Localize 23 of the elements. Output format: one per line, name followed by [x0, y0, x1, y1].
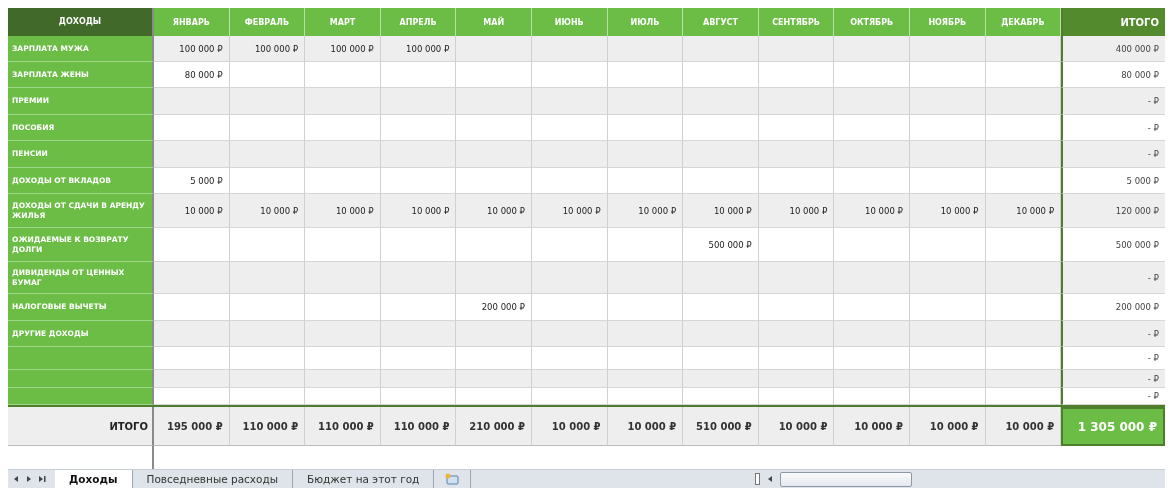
column-header: МАРТ: [305, 8, 381, 36]
column-header: ИЮЛЬ: [607, 8, 684, 36]
next-sheet-icon[interactable]: [25, 475, 33, 483]
last-sheet-icon[interactable]: [38, 475, 47, 483]
column-header: ИЮНЬ: [531, 8, 608, 36]
column-header: ИТОГО: [1061, 8, 1165, 36]
column-header: ЯНВАРЬ: [154, 8, 230, 36]
new-sheet-icon: [444, 473, 461, 485]
column-header: АПРЕЛЬ: [380, 8, 457, 36]
split-handle[interactable]: [755, 473, 760, 485]
totals-label: ИТОГО: [8, 407, 154, 446]
grand-total-cell: 1 305 000 ₽: [1061, 407, 1165, 446]
column-header: ДЕКАБРЬ: [985, 8, 1062, 36]
first-sheet-icon[interactable]: [12, 475, 20, 483]
column-header: АВГУСТ: [683, 8, 759, 36]
column-header: ОКТЯБРЬ: [834, 8, 910, 36]
column-header: ФЕВРАЛЬ: [229, 8, 306, 36]
column-header: НОЯБРЬ: [909, 8, 986, 36]
column-header: МАЙ: [456, 8, 532, 36]
column-header: ДОХОДЫ: [8, 8, 154, 36]
sheet-tab[interactable]: Доходы: [55, 470, 133, 488]
column-header: СЕНТЯБРЬ: [758, 8, 835, 36]
scroll-left-icon[interactable]: [766, 475, 774, 483]
